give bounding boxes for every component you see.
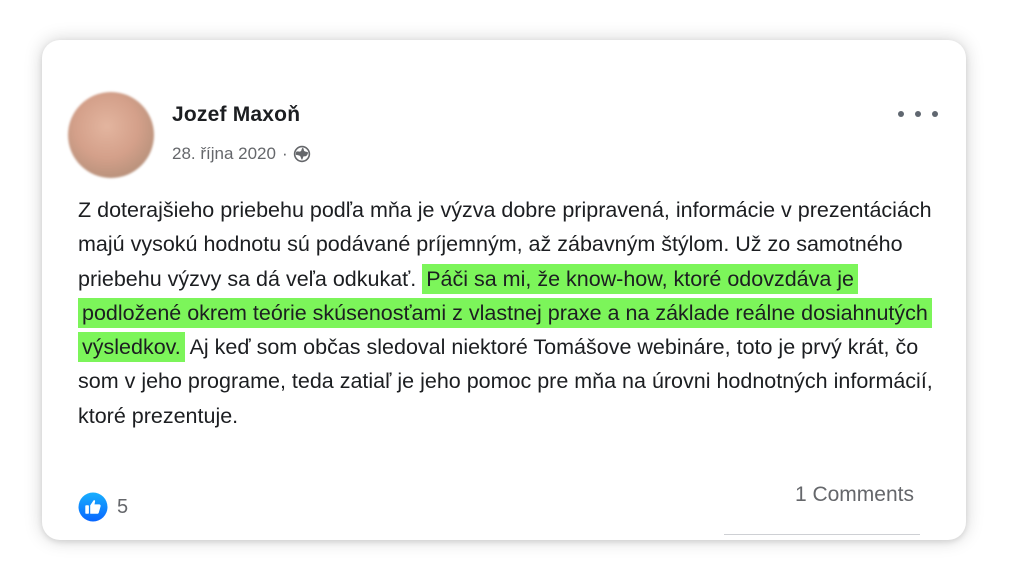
avatar[interactable] (68, 92, 154, 178)
post-date[interactable]: 28. října 2020 (172, 144, 276, 164)
like-icon (78, 492, 108, 522)
more-dot (898, 111, 904, 117)
post-card: Jozef Maxoň 28. října 2020 · Z doterajši… (42, 40, 966, 540)
page: Jozef Maxoň 28. října 2020 · Z doterajši… (0, 0, 1010, 578)
globe-icon (293, 145, 310, 163)
post-meta: 28. října 2020 · (172, 144, 311, 164)
post-text-after: Aj keď som občas sledoval niektoré Tomáš… (78, 335, 933, 428)
more-options-icon[interactable] (898, 102, 938, 126)
reactions-summary[interactable]: 5 (78, 492, 128, 522)
like-count: 5 (117, 495, 129, 518)
more-dot (932, 111, 938, 117)
meta-separator: · (281, 144, 288, 163)
more-dot (915, 111, 921, 117)
author-name[interactable]: Jozef Maxoň (172, 103, 300, 127)
post-text: Z doterajšieho priebehu podľa mňa je výz… (78, 193, 938, 433)
comments-link[interactable]: 1 Comments (795, 483, 914, 507)
divider (724, 534, 920, 535)
